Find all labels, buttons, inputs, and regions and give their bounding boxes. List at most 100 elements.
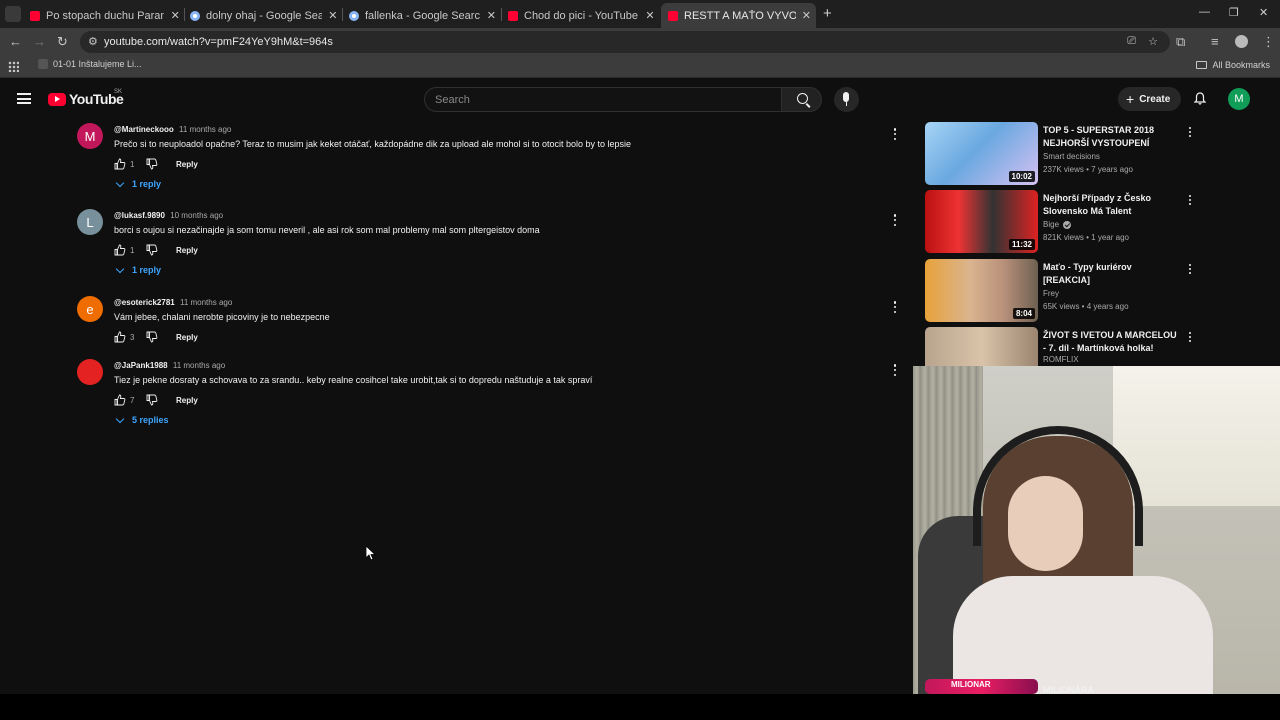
account-avatar[interactable]: M [1228,88,1250,110]
comment-time[interactable]: 11 months ago [173,361,225,370]
comment-author[interactable]: @lukasf.9890 [114,211,165,220]
comment-more-icon[interactable] [889,300,901,314]
video-thumbnail[interactable]: 8:04 [925,259,1038,322]
video-more-icon[interactable] [1185,194,1195,206]
view-replies-button[interactable]: 1 reply [115,178,161,189]
recommended-video[interactable]: 10:02 TOP 5 - SUPERSTAR 2018 NEJHORŠÍ VY… [925,122,1195,188]
browser-tab[interactable]: Chod do pici - YouTube ✕ [508,3,656,28]
view-replies-button[interactable]: 5 replies [115,414,169,425]
tab-title: Chod do pici - YouTube [524,9,638,22]
recommended-video[interactable]: MILIONAR MILIONÁRA [925,679,1195,694]
video-thumbnail[interactable]: 10:02 [925,122,1038,185]
channel-name[interactable]: Frey [1043,289,1059,298]
extensions-icon[interactable]: ⧉ [1176,34,1185,50]
comment-author[interactable]: @Martineckooo [114,125,174,134]
video-more-icon[interactable] [1185,331,1195,343]
reply-button[interactable]: Reply [176,396,198,405]
window-close-icon[interactable]: ✕ [1259,6,1268,19]
cast-icon[interactable]: ⎚ [1127,35,1136,48]
video-title[interactable]: ŽIVOT S IVETOU A MARCELOU - 7. díl - Mar… [1043,329,1178,355]
comment-more-icon[interactable] [889,213,901,227]
bookmark-item[interactable]: 01-01 Inštalujeme Li... [38,59,142,69]
browser-tab-active[interactable]: RESTT A MAŤO VYVOLÁVAJÚ D ✕ [661,3,816,28]
tab-list-icon[interactable]: ≡ [1211,34,1219,49]
comment: M @Martineckooo 11 months ago Prečo si t… [77,123,907,193]
tab-close-icon[interactable]: ✕ [486,9,497,22]
avatar[interactable]: e [77,296,103,322]
webcam-person-body [953,576,1213,694]
voice-search-button[interactable] [834,87,859,112]
avatar[interactable]: L [77,209,103,235]
comment-actions: 3 Reply [114,330,198,344]
like-icon[interactable] [114,394,126,406]
tab-close-icon[interactable]: ✕ [170,9,180,22]
like-icon[interactable] [114,158,126,170]
tab-close-icon[interactable]: ✕ [644,9,656,22]
dislike-icon[interactable] [146,158,158,170]
tab-close-icon[interactable]: ✕ [802,9,811,22]
comment-author[interactable]: @JaPank1988 [114,361,168,370]
channel-name[interactable]: Smart decisions [1043,152,1100,161]
recommended-video[interactable]: 8:04 Maťo - Typy kuriérov [REAKCIA] Frey… [925,259,1195,325]
dislike-icon[interactable] [146,394,158,406]
reply-button[interactable]: Reply [176,160,198,169]
avatar[interactable]: M [77,123,103,149]
comment-more-icon[interactable] [889,363,901,377]
comment-more-icon[interactable] [889,127,901,141]
view-replies-button[interactable]: 1 reply [115,264,161,275]
reply-button[interactable]: Reply [176,333,198,342]
youtube-logo[interactable]: YouTube [48,91,124,107]
video-thumbnail[interactable]: MILIONAR [925,679,1038,694]
comment: @JaPank1988 11 months ago Tiez je pekne … [77,359,907,429]
comment-text: Tiez je pekne dosraty a schovava to za s… [114,375,593,385]
tab-close-icon[interactable]: ✕ [328,9,338,22]
menu-icon[interactable] [17,93,31,104]
recommended-video[interactable]: 11:32 Nejhorší Případy z Česko Slovensko… [925,190,1195,256]
comment-time[interactable]: 11 months ago [179,125,231,134]
browser-tab[interactable]: dolny ohaj - Google Search ✕ [190,3,338,28]
comment-text: Prečo si to neuploadol opačne? Teraz to … [114,139,632,149]
video-title[interactable]: TOP 5 - SUPERSTAR 2018 NEJHORŠÍ VYSTOUPE… [1043,124,1178,150]
comment-time[interactable]: 10 months ago [170,211,223,220]
reload-icon[interactable]: ↻ [57,34,68,50]
like-icon[interactable] [114,331,126,343]
browser-tab[interactable]: Po stopach duchu Paranormal ✕ [30,3,180,28]
address-bar[interactable]: ⚙ youtube.com/watch?v=pmF24YeY9hM&t=964s… [80,31,1170,53]
video-title[interactable]: Maťo - Typy kuriérov [REAKCIA] [1043,261,1178,287]
comment-time[interactable]: 11 months ago [180,298,232,307]
like-icon[interactable] [114,244,126,256]
search-button[interactable] [781,87,822,112]
all-bookmarks-button[interactable]: All Bookmarks [1196,60,1270,70]
video-meta: 237K views • 7 years ago [1043,165,1133,174]
reply-button[interactable]: Reply [176,246,198,255]
browser-tab[interactable]: fallenka - Google Search ✕ [349,3,497,28]
avatar[interactable] [77,359,103,385]
comment-text: borci s oujou si nezačinajde ja som tomu… [114,225,540,235]
new-tab-icon[interactable]: + [823,5,832,22]
minimize-icon[interactable]: — [1199,6,1210,18]
comment: e @esoterick2781 11 months ago Vám jebee… [77,296,907,346]
video-thumbnail[interactable]: 11:32 [925,190,1038,253]
video-title[interactable]: MILIONÁRA [1043,684,1178,694]
create-button[interactable]: + Create [1118,87,1181,111]
video-more-icon[interactable] [1185,126,1195,138]
forward-icon[interactable]: → [33,34,46,49]
video-more-icon[interactable] [1185,263,1195,275]
video-title[interactable]: Nejhorší Případy z Česko Slovensko Má Ta… [1043,192,1178,218]
channel-name[interactable]: ROMFLIX [1043,355,1079,364]
channel-name[interactable]: Bige [1043,220,1072,229]
site-info-icon[interactable]: ⚙ [88,35,98,48]
tab-search-button[interactable] [5,6,21,22]
dislike-icon[interactable] [146,244,158,256]
comment-author[interactable]: @esoterick2781 [114,298,175,307]
dislike-icon[interactable] [146,331,158,343]
notifications-bell-icon[interactable] [1194,92,1206,105]
back-icon[interactable]: ← [9,34,22,49]
bookmark-star-icon[interactable]: ☆ [1148,35,1158,48]
search-input[interactable] [425,88,781,111]
profile-icon[interactable] [1235,35,1248,48]
apps-grid-icon[interactable] [8,61,19,72]
all-bookmarks-label: All Bookmarks [1212,60,1270,70]
restore-icon[interactable]: ❐ [1229,6,1239,19]
browser-menu-icon[interactable]: ⋮ [1262,34,1275,50]
